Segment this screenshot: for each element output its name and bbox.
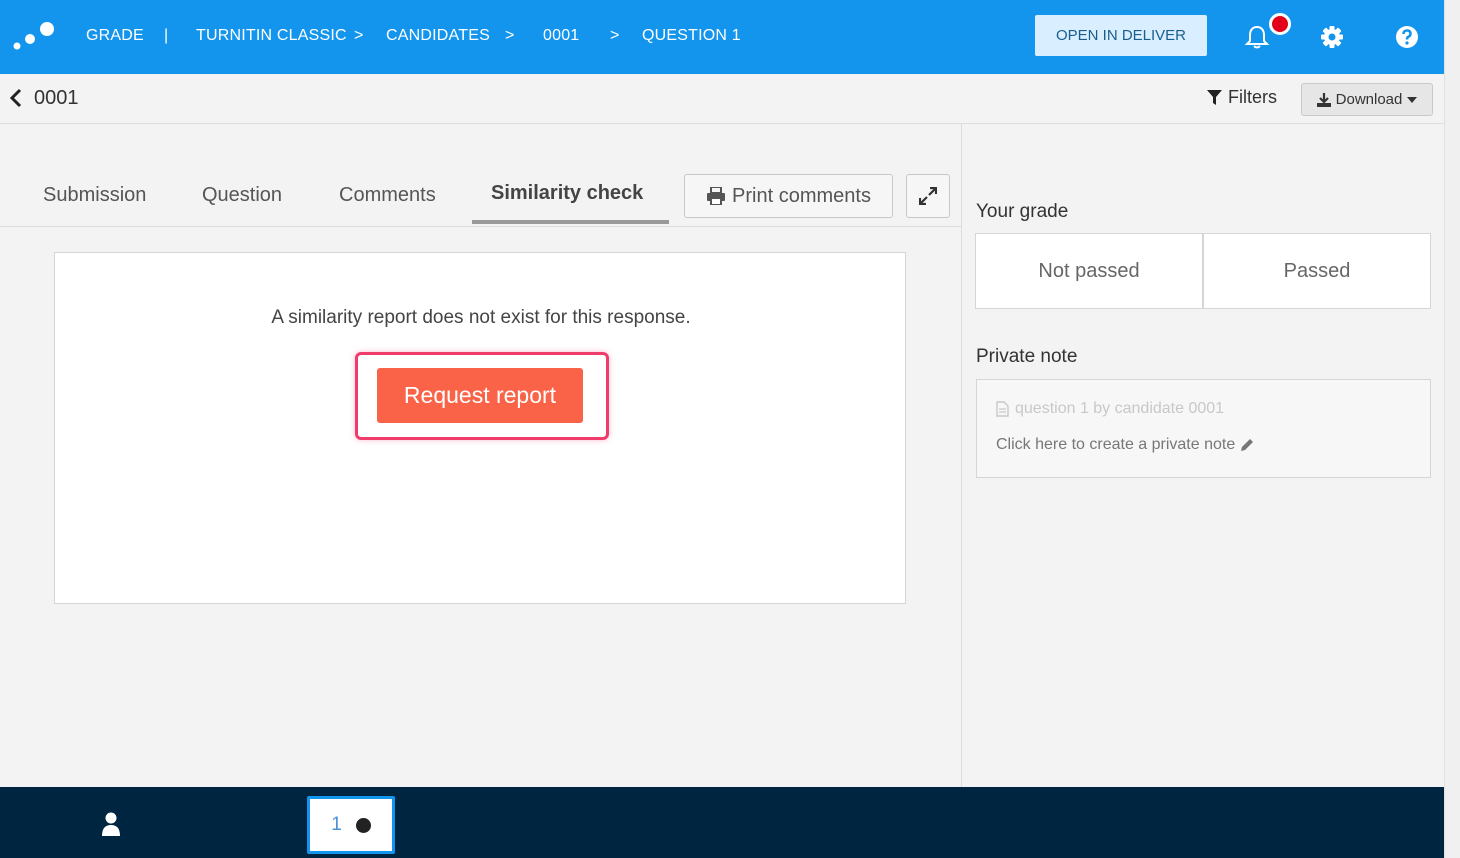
breadcrumb-candidates[interactable]: CANDIDATES [386,27,490,45]
active-tab-indicator [472,220,669,224]
response-panel: Submission Question Comments Similarity … [0,124,962,787]
grade-not-passed-option[interactable]: Not passed [975,233,1203,309]
no-report-message: A similarity report does not exist for t… [271,307,691,328]
filters-label: Filters [1228,87,1277,107]
filters-button[interactable]: Filters [1207,87,1277,108]
pencil-icon [1241,439,1254,451]
document-icon [996,401,1009,417]
tab-similarity-check[interactable]: Similarity check [491,182,643,205]
printer-icon [707,187,726,205]
help-icon[interactable] [1394,24,1420,50]
grade-passed-option[interactable]: Passed [1203,233,1431,309]
create-private-note-label: Click here to create a private note [996,436,1236,453]
top-navigation-bar: GRADE | TURNITIN CLASSIC > CANDIDATES > … [0,0,1444,74]
breadcrumb-separator: | [164,27,169,44]
grading-panel: Your grade Not passed Passed Private not… [963,124,1444,787]
bell-icon[interactable] [1244,24,1270,50]
breadcrumb-turnitin-classic[interactable]: TURNITIN CLASSIC [196,27,347,45]
private-note-meta: question 1 by candidate 0001 [996,400,1224,418]
user-icon[interactable] [100,812,122,836]
request-report-button[interactable]: Request report [377,368,583,423]
breadcrumb-chevron: > [610,27,620,44]
filter-icon [1207,89,1222,105]
tabs-divider [0,226,962,227]
tab-comments[interactable]: Comments [339,184,436,207]
tab-submission[interactable]: Submission [43,184,146,207]
open-in-deliver-button[interactable]: OPEN IN DELIVER [1035,15,1207,56]
breadcrumb-candidate-0001[interactable]: 0001 [543,27,579,45]
caret-down-icon [1407,96,1418,103]
print-comments-label: Print comments [732,184,871,207]
notification-badge [1269,13,1291,35]
tab-question[interactable]: Question [202,184,282,207]
sub-header: 0001 Filters Download [0,74,1444,124]
breadcrumb-chevron: > [505,27,515,44]
gear-icon[interactable] [1319,24,1345,50]
candidate-selector-item[interactable]: 1 [307,796,395,854]
candidate-navigation-bar: 1 [0,787,1444,858]
similarity-report-card: A similarity report does not exist for t… [54,252,906,604]
private-note-label: Private note [976,346,1078,367]
page-title: 0001 [34,87,79,109]
your-grade-label: Your grade [976,201,1069,222]
download-label: Download [1335,91,1403,108]
candidate-number: 1 [331,814,342,835]
back-chevron-icon[interactable] [8,87,24,109]
private-note-box[interactable]: question 1 by candidate 0001 Click here … [976,379,1431,478]
download-button[interactable]: Download [1301,83,1433,116]
breadcrumb-grade[interactable]: GRADE [86,27,144,45]
page-scrollbar[interactable] [1444,0,1460,858]
candidate-status-dot [355,817,371,833]
expand-button[interactable] [906,174,950,218]
print-comments-button[interactable]: Print comments [684,174,893,218]
create-private-note-link[interactable]: Click here to create a private note [996,436,1254,454]
download-icon [1316,92,1331,107]
breadcrumb-question-1[interactable]: QUESTION 1 [642,27,741,45]
private-note-meta-text: question 1 by candidate 0001 [1015,400,1225,417]
expand-icon [919,187,937,205]
breadcrumb-chevron: > [354,27,364,44]
app-logo[interactable] [12,20,58,52]
